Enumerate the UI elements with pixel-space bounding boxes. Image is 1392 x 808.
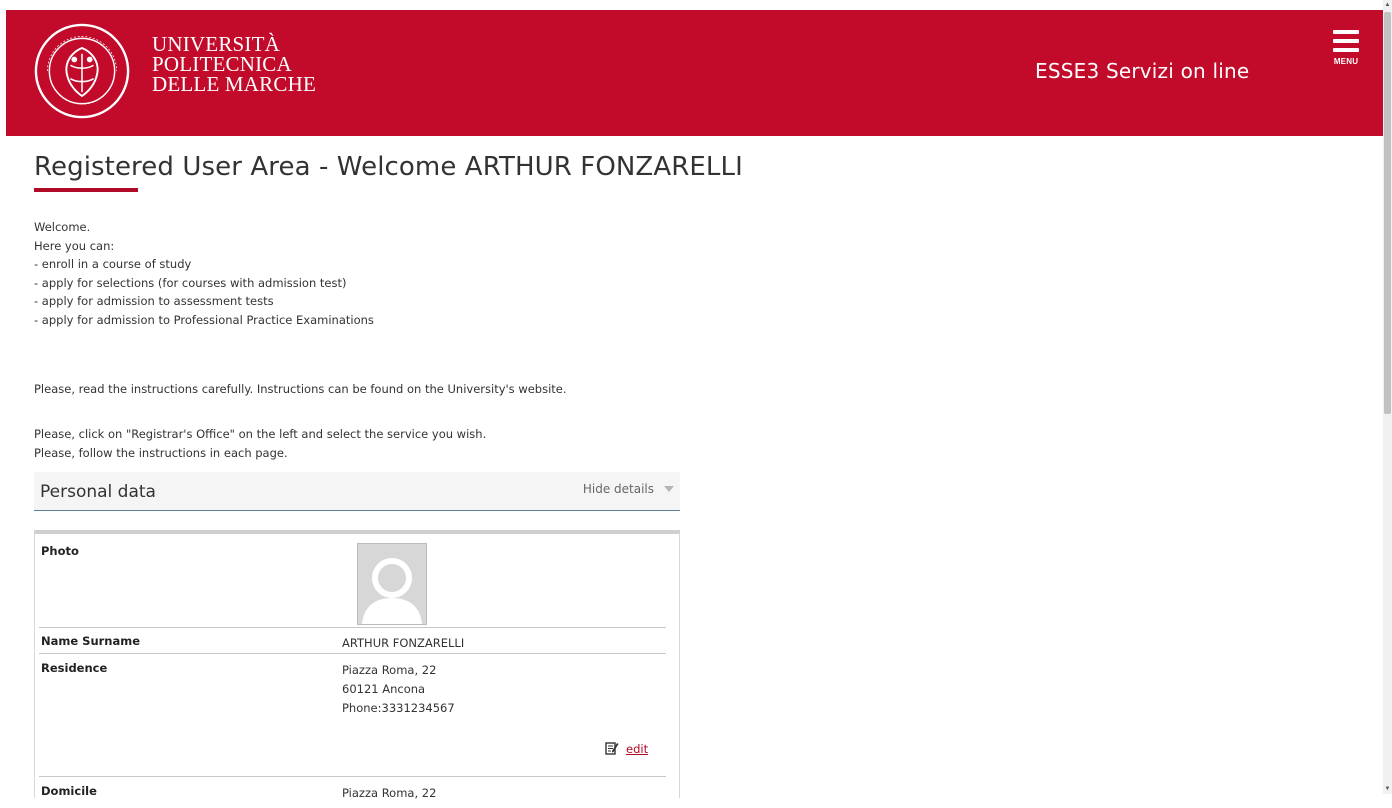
university-logo-text[interactable]: UNIVERSITÀ POLITECNICA DELLE MARCHE — [152, 32, 316, 96]
row-value: ARTHUR FONZARELLI — [342, 636, 465, 650]
hide-details-link[interactable]: Hide details — [583, 482, 654, 496]
hamburger-icon — [1333, 48, 1359, 52]
intro-line: - apply for admission to assessment test… — [34, 294, 274, 308]
intro-text: Welcome. Here you can: - enroll in a cou… — [34, 218, 374, 329]
menu-button[interactable]: MENU — [1324, 30, 1368, 76]
table-row-residence: Residence Piazza Roma, 22 60121 Ancona P… — [39, 655, 666, 777]
logo-line-3: DELLE MARCHE — [152, 72, 316, 96]
personal-data-panel: Photo Name Surname ARTHUR FONZARELLI Res… — [34, 530, 680, 800]
logo-line-2: POLITECNICA — [152, 52, 292, 76]
intro-line: - apply for admission to Professional Pr… — [34, 312, 374, 327]
avatar-placeholder-icon — [358, 544, 426, 624]
title-underline — [34, 188, 138, 192]
intro-line: Here you can: — [34, 238, 115, 253]
intro-line: - enroll in a course of study — [34, 257, 192, 271]
address-line: 60121 Ancona — [342, 682, 426, 696]
page-title: Registered User Area - Welcome ARTHUR FO… — [34, 152, 743, 182]
intro-line: - apply for selections (for courses with… — [34, 275, 347, 290]
edit-icon[interactable] — [605, 741, 619, 755]
user-photo — [357, 543, 427, 625]
instructions-line: Please, click on "Registrar's Office" on… — [34, 427, 487, 441]
scroll-up-arrow-icon[interactable]: ▲ — [1384, 1, 1391, 9]
row-value: Piazza Roma, 22 60121 Ancona Phone:33312… — [342, 661, 455, 718]
service-title: ESSE3 Servizi on line — [1035, 59, 1250, 83]
intro-line: Welcome. — [34, 220, 91, 234]
table-row-domicile: Domicile Piazza Roma, 22 — [39, 778, 666, 808]
table-row-name: Name Surname ARTHUR FONZARELLI — [39, 628, 666, 654]
row-label: Photo — [41, 544, 79, 558]
menu-label: MENU — [1333, 57, 1359, 66]
university-seal-icon[interactable] — [34, 23, 130, 119]
row-label: Domicile — [41, 784, 97, 798]
address-line: Piazza Roma, 22 — [342, 663, 437, 677]
browser-top-strip — [0, 0, 1383, 10]
hamburger-icon — [1333, 39, 1359, 43]
site-header: UNIVERSITÀ POLITECNICA DELLE MARCHE ESSE… — [6, 10, 1383, 136]
instructions-line: Please, follow the instructions in each … — [34, 445, 288, 460]
hamburger-icon — [1333, 30, 1359, 34]
page-scrollbar[interactable]: ▲ ▼ — [1383, 0, 1392, 794]
personal-data-header: Personal data Hide details — [34, 472, 680, 511]
scroll-down-arrow-icon[interactable]: ▼ — [1384, 785, 1391, 793]
table-row-photo: Photo — [39, 538, 666, 628]
edit-link[interactable]: edit — [626, 742, 648, 756]
logo-line-1: UNIVERSITÀ — [152, 32, 280, 56]
scroll-thumb[interactable] — [1384, 12, 1391, 414]
caret-down-icon[interactable] — [664, 486, 674, 492]
row-label: Residence — [41, 661, 108, 675]
phone-line: Phone:3331234567 — [342, 701, 455, 715]
instructions-paragraph-2: Please, click on "Registrar's Office" on… — [34, 425, 486, 462]
instructions-paragraph: Please, read the instructions carefully.… — [34, 382, 567, 396]
section-title: Personal data — [40, 482, 156, 502]
row-label: Name Surname — [41, 634, 141, 648]
